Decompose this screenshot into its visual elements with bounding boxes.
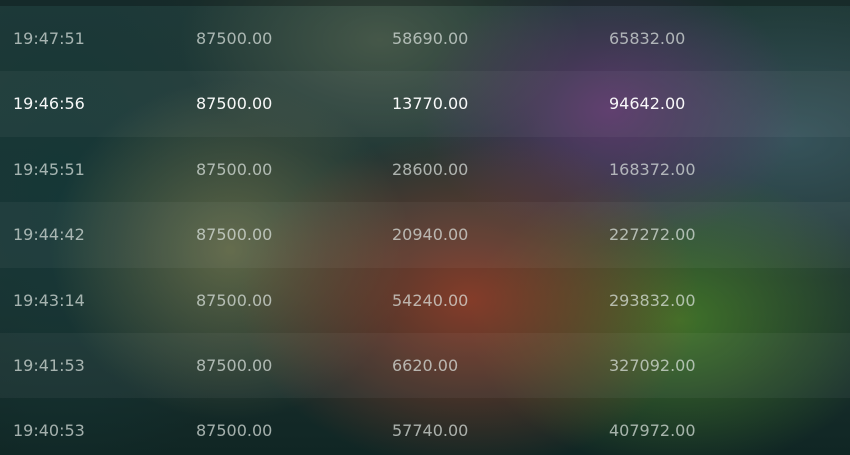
total-cell: 407972.00 [609, 421, 696, 441]
total-cell: 94642.00 [609, 94, 686, 114]
table-row[interactable]: 19:43:14 87500.00 54240.00 293832.00 [0, 268, 850, 333]
value-cell: 13770.00 [392, 94, 469, 114]
time-cell: 19:41:53 [13, 355, 85, 375]
amount-cell: 87500.00 [196, 421, 273, 441]
total-cell: 327092.00 [609, 355, 696, 375]
value-cell: 20940.00 [392, 225, 469, 245]
value-cell: 54240.00 [392, 290, 469, 310]
amount-cell: 87500.00 [196, 290, 273, 310]
amount-cell: 87500.00 [196, 94, 273, 114]
amount-cell: 87500.00 [196, 225, 273, 245]
table-row[interactable]: 19:47:51 87500.00 58690.00 65832.00 [0, 6, 850, 71]
total-cell: 65832.00 [609, 29, 686, 48]
value-cell: 6620.00 [392, 355, 459, 375]
time-cell: 19:44:42 [13, 225, 85, 245]
value-cell: 28600.00 [392, 159, 469, 179]
total-cell: 168372.00 [609, 159, 696, 179]
time-cell: 19:45:51 [13, 159, 85, 179]
table-row[interactable]: 19:45:51 87500.00 28600.00 168372.00 [0, 137, 850, 202]
value-cell: 57740.00 [392, 421, 469, 441]
amount-cell: 87500.00 [196, 355, 273, 375]
value-cell: 58690.00 [392, 29, 469, 48]
table-row[interactable]: 19:46:56 87500.00 13770.00 94642.00 [0, 71, 850, 137]
amount-cell: 87500.00 [196, 29, 273, 48]
time-cell: 19:46:56 [13, 94, 85, 114]
table-row[interactable]: 19:40:53 87500.00 57740.00 407972.00 [0, 398, 850, 455]
table-row[interactable]: 19:41:53 87500.00 6620.00 327092.00 [0, 332, 850, 399]
amount-cell: 87500.00 [196, 159, 273, 179]
time-cell: 19:47:51 [13, 29, 85, 48]
history-table: 19:47:51 87500.00 58690.00 65832.00 19:4… [0, 6, 850, 455]
time-cell: 19:43:14 [13, 290, 85, 310]
time-cell: 19:40:53 [13, 421, 85, 441]
total-cell: 227272.00 [609, 225, 696, 245]
table-row[interactable]: 19:44:42 87500.00 20940.00 227272.00 [0, 202, 850, 268]
total-cell: 293832.00 [609, 290, 696, 310]
